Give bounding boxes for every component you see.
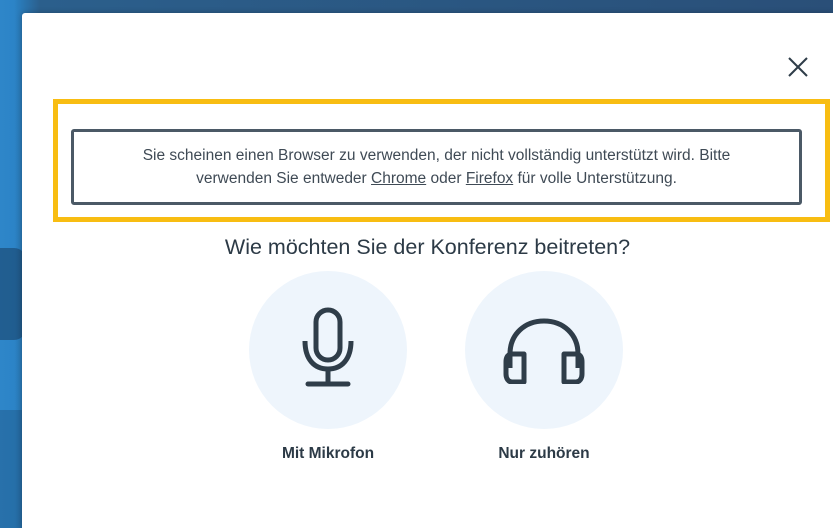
close-icon xyxy=(788,57,808,77)
microphone-icon xyxy=(302,307,354,387)
close-button[interactable] xyxy=(785,54,811,80)
browser-warning-text: Sie scheinen einen Browser zu verwenden,… xyxy=(143,144,731,190)
dialog-title: Wie möchten Sie der Konferenz beitreten? xyxy=(224,235,631,259)
listen-only-button[interactable]: Nur zuhören xyxy=(464,271,624,464)
browser-warning-line2-prefix: verwenden Sie entweder xyxy=(196,170,372,187)
browser-warning: Sie scheinen einen Browser zu verwenden,… xyxy=(71,129,802,205)
browser-warning-line1: Sie scheinen einen Browser zu verwenden,… xyxy=(142,147,731,164)
firefox-link[interactable]: Firefox xyxy=(466,170,513,187)
microphone-circle xyxy=(249,271,407,429)
option-label-microphone: Mit Mikrofon xyxy=(281,445,375,462)
headphones-icon xyxy=(503,318,585,384)
chrome-link[interactable]: Chrome xyxy=(371,170,426,187)
option-label-listen-only: Nur zuhören xyxy=(498,445,590,462)
browser-warning-line2-suffix: für volle Unterstützung. xyxy=(513,170,677,187)
join-with-microphone-button[interactable]: Mit Mikrofon xyxy=(248,271,408,464)
headphones-circle xyxy=(465,271,623,429)
join-audio-modal: Sie scheinen einen Browser zu verwenden,… xyxy=(22,13,833,528)
browser-warning-line2-middle: oder xyxy=(426,170,466,187)
